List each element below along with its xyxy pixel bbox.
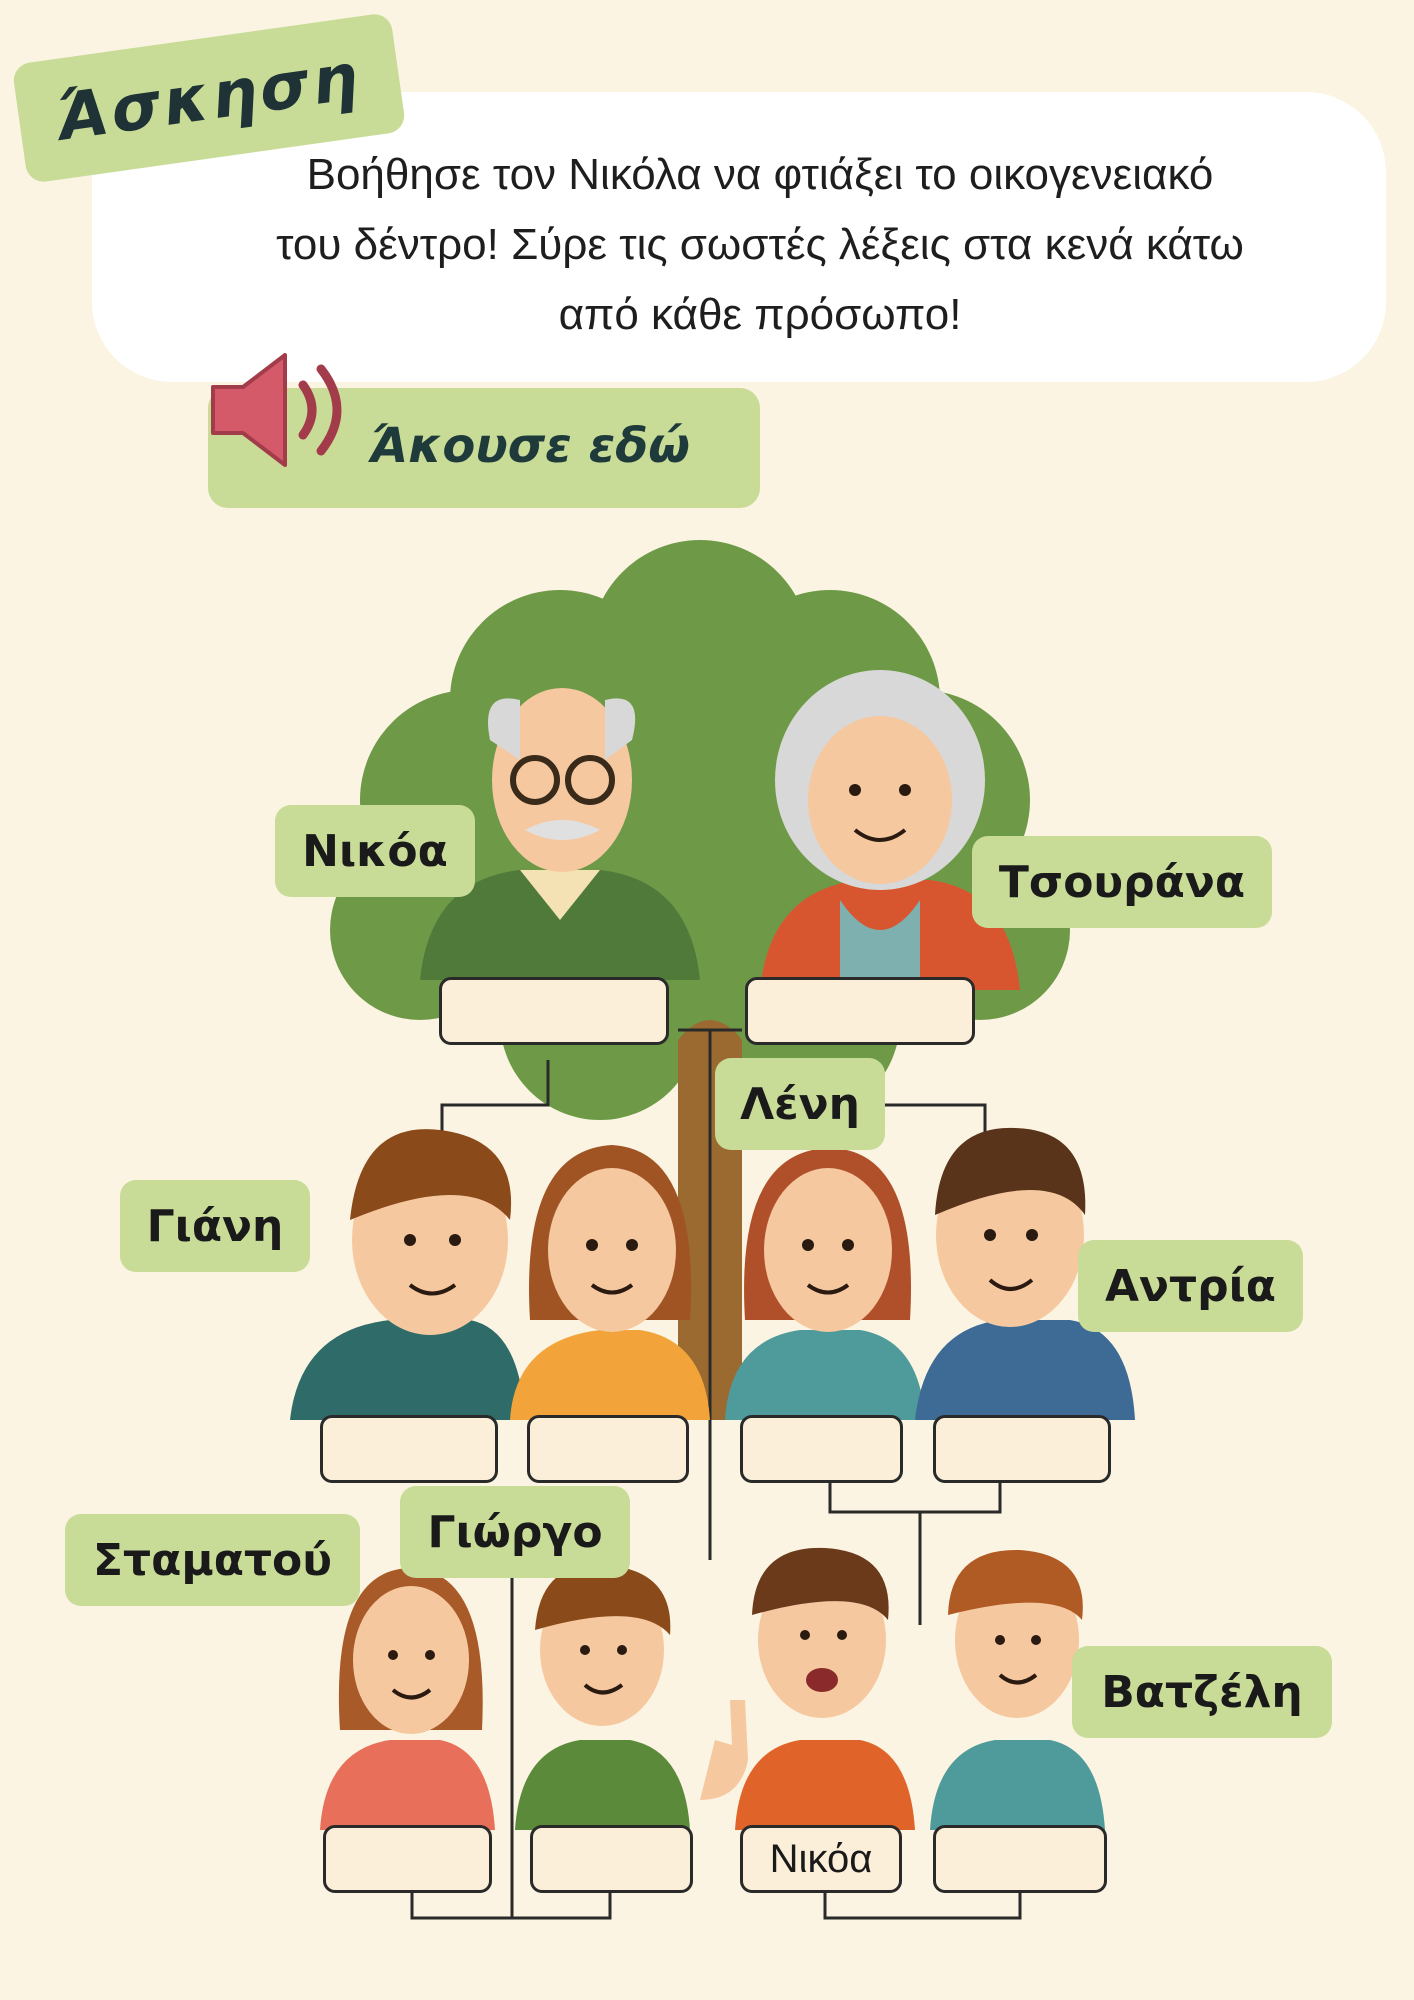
nikolas-figure <box>700 1547 915 1830</box>
word-chip[interactable]: Σταματού <box>65 1514 360 1606</box>
word-chip[interactable]: Αντρία <box>1078 1240 1303 1332</box>
mother-figure <box>725 1148 925 1420</box>
word-chip[interactable]: Τσουράνα <box>972 836 1272 928</box>
drop-slot-aunt[interactable] <box>527 1415 689 1483</box>
uncle-figure <box>290 1129 525 1420</box>
word-chip[interactable]: Γιώργο <box>400 1486 630 1578</box>
word-chip[interactable]: Βατζέλη <box>1072 1646 1332 1738</box>
drop-slot-father[interactable] <box>933 1415 1111 1483</box>
word-chip[interactable]: Γιάνη <box>120 1180 310 1272</box>
cousin-girl-figure <box>320 1568 495 1830</box>
drop-slot-grandmother[interactable] <box>745 977 975 1045</box>
drop-slot-nikolas[interactable]: Νικόα <box>740 1825 902 1893</box>
word-chip[interactable]: Λένη <box>715 1058 885 1150</box>
cousin-boy-figure <box>515 1564 690 1830</box>
drop-slot-cousin-boy[interactable] <box>530 1825 693 1893</box>
drop-slot-grandfather[interactable] <box>439 977 669 1045</box>
drop-slot-uncle[interactable] <box>320 1415 498 1483</box>
drop-slot-mother[interactable] <box>740 1415 903 1483</box>
drop-slot-brother[interactable] <box>933 1825 1107 1893</box>
drop-slot-cousin-girl[interactable] <box>323 1825 492 1893</box>
word-chip[interactable]: Νικόα <box>275 805 475 897</box>
